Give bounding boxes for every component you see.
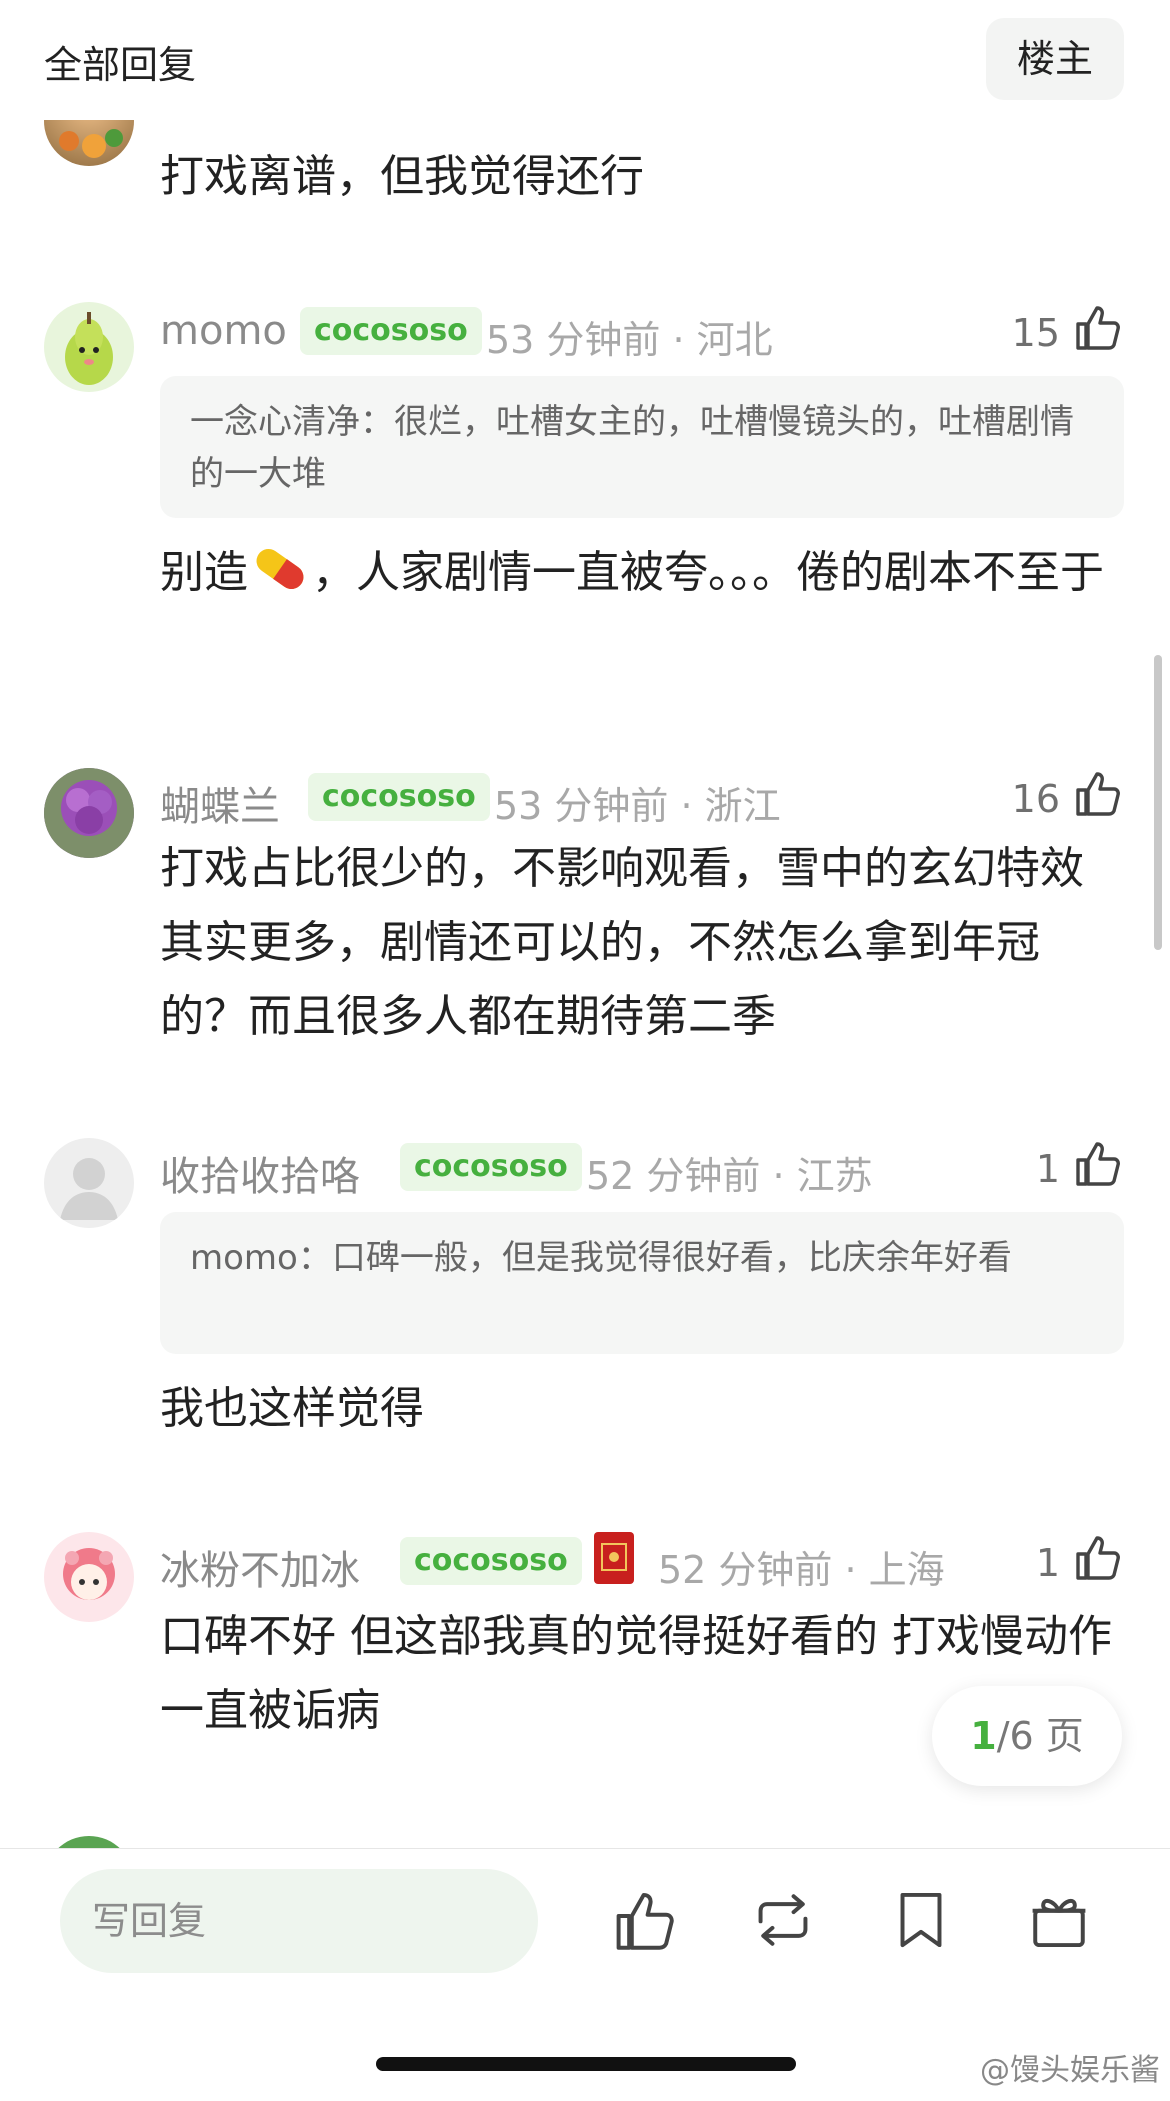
comment-feed[interactable]: 打戏离谱，但我觉得还行 momo cocososo 53 分钟前 · 河北 15… [0, 0, 1170, 1850]
thumbs-up-icon[interactable] [1072, 302, 1122, 352]
pill-emoji-icon [256, 548, 304, 590]
default-avatar-icon [60, 1158, 118, 1220]
gift-icon[interactable] [1026, 1887, 1092, 1953]
like-count: 1 [1035, 1147, 1060, 1191]
avatar[interactable] [44, 1532, 134, 1622]
watermark: @馒头娱乐酱 [980, 2053, 1160, 2088]
quoted-reply[interactable]: momo：口碑一般，但是我觉得很好看，比庆余年好看 [160, 1212, 1124, 1354]
comment-body: 别造 ，人家剧情一直被夸。。。倦的剧本不至于 [160, 536, 1120, 610]
thumbs-up-icon[interactable] [1072, 1532, 1122, 1582]
username[interactable]: 收拾收拾咯 [160, 1144, 360, 1202]
thumbs-up-icon[interactable] [612, 1887, 678, 1953]
avatar[interactable] [44, 1138, 134, 1228]
bottom-action-bar: 写回复 @馒头娱乐酱 [0, 1848, 1170, 2101]
header: 全部回复 楼主 [0, 0, 1170, 120]
flower-avatar-icon [44, 768, 134, 858]
current-page: 1 [970, 1714, 997, 1758]
comment-meta: 52 分钟前 · 上海 [658, 1548, 945, 1592]
like-count: 15 [1011, 311, 1060, 355]
pear-avatar-icon [65, 312, 113, 385]
quoted-reply[interactable]: 一念心清净：很烂，吐槽女主的，吐槽慢镜头的，吐槽剧情的一大堆 [160, 376, 1124, 518]
red-envelope-badge-icon [594, 1532, 634, 1584]
thumbs-up-icon[interactable] [1072, 768, 1122, 818]
user-tag: cocososo [400, 1537, 582, 1585]
avatar[interactable] [44, 302, 134, 392]
user-tag: cocososo [400, 1143, 582, 1191]
avatar[interactable] [44, 768, 134, 858]
reply-input[interactable]: 写回复 [60, 1869, 538, 1973]
user-tag: cocososo [300, 307, 482, 355]
repost-icon[interactable] [750, 1887, 816, 1953]
anime-avatar-icon [63, 1548, 115, 1600]
page-indicator[interactable]: 1/6 页 [932, 1686, 1122, 1786]
comment-body: 打戏占比很少的，不影响观看，雪中的玄幻特效其实更多，剧情还可以的，不然怎么拿到年… [160, 843, 1084, 1042]
username[interactable]: 冰粉不加冰 [160, 1538, 360, 1596]
scrollbar[interactable] [1154, 655, 1162, 950]
comment-text: ，人家剧情一直被夸。。。倦的剧本不至于 [312, 547, 1104, 598]
comment-text: 别造 [160, 547, 248, 598]
like-count: 16 [1011, 777, 1060, 821]
thumbs-up-icon[interactable] [1072, 1138, 1122, 1188]
comment-meta: 53 分钟前 · 河北 [486, 318, 773, 362]
user-tag: cocososo [308, 773, 490, 821]
owner-only-button[interactable]: 楼主 [986, 18, 1124, 100]
comment-meta: 52 分钟前 · 江苏 [586, 1154, 873, 1198]
username[interactable]: momo [160, 308, 287, 354]
comment-body: 打戏离谱，但我觉得还行 [160, 151, 644, 202]
username[interactable]: 蝴蝶兰 [160, 774, 280, 832]
home-indicator[interactable] [376, 2057, 796, 2071]
page-title: 全部回复 [44, 43, 197, 87]
comment-body: 我也这样觉得 [160, 1383, 424, 1434]
comment-meta: 53 分钟前 · 浙江 [494, 784, 781, 828]
total-pages: /6 页 [996, 1714, 1084, 1758]
like-count: 1 [1035, 1541, 1060, 1585]
bookmark-icon[interactable] [888, 1887, 954, 1953]
